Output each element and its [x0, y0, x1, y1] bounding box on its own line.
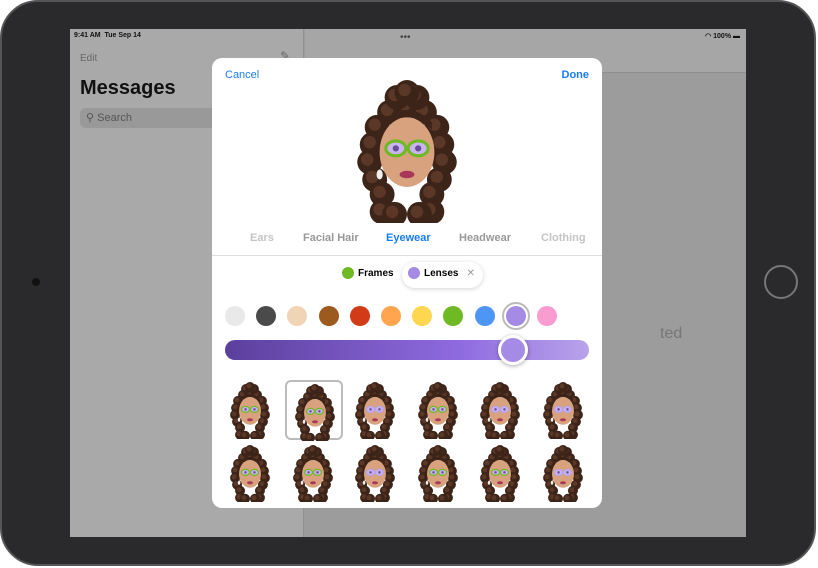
color-swatch[interactable]: [287, 306, 308, 326]
cancel-button[interactable]: Cancel: [225, 69, 259, 81]
tab-eyewear[interactable]: Eyewear: [386, 232, 431, 244]
home-button[interactable]: [764, 265, 798, 299]
memoji-editor: Cancel Done Ears Facial Hair Eyewear Headwe…: [212, 58, 602, 508]
done-button[interactable]: Done: [562, 69, 590, 81]
eyewear-style-option[interactable]: [284, 380, 343, 443]
edit-button[interactable]: Edit: [80, 53, 97, 64]
chip-lenses[interactable]: Lenses ✕: [402, 262, 483, 288]
tab-ears[interactable]: Ears: [250, 232, 274, 244]
eyewear-style-option[interactable]: [535, 380, 593, 441]
eyewear-style-option[interactable]: [222, 443, 280, 504]
eyewear-style-option[interactable]: [410, 443, 468, 504]
color-dot-icon: [342, 267, 354, 279]
search-icon: ⚲: [86, 112, 98, 124]
page-title: Messages: [80, 77, 176, 99]
color-swatch[interactable]: [318, 306, 339, 326]
memoji-preview: [342, 80, 472, 228]
tab-facial-hair[interactable]: Facial Hair: [303, 232, 359, 244]
eyewear-style-option[interactable]: [222, 380, 280, 441]
shade-slider[interactable]: [225, 340, 589, 360]
color-swatch[interactable]: [474, 306, 495, 326]
eyewear-style-option[interactable]: [347, 443, 405, 504]
status-time: 9:41 AM Tue Sep 14: [74, 32, 141, 39]
eyewear-style-option[interactable]: [472, 380, 530, 441]
eyewear-style-option[interactable]: [410, 380, 468, 441]
close-icon[interactable]: ✕: [466, 268, 474, 288]
chip-frames[interactable]: Frames: [336, 262, 402, 288]
status-battery: ◠ 100% ▬: [705, 33, 740, 40]
tab-headwear[interactable]: Headwear: [459, 232, 511, 244]
color-swatch[interactable]: [225, 306, 245, 326]
tab-clothing[interactable]: Clothing: [541, 232, 586, 244]
color-swatch[interactable]: [412, 306, 433, 326]
wifi-icon: ◠: [705, 33, 712, 40]
category-tabs: Ears Facial Hair Eyewear Headwear Clothing: [212, 230, 602, 256]
camera: [32, 278, 40, 286]
multitasking-dots[interactable]: •••: [400, 32, 411, 43]
battery-icon: ▬: [733, 33, 740, 40]
color-swatch[interactable]: [537, 306, 557, 326]
eyewear-style-option[interactable]: [347, 380, 405, 441]
slider-thumb[interactable]: [497, 335, 528, 365]
eyewear-style-option[interactable]: [285, 443, 343, 504]
color-swatch[interactable]: [256, 306, 277, 326]
eyewear-style-option[interactable]: [472, 443, 530, 504]
divider: [212, 255, 602, 256]
eyewear-style-option[interactable]: [535, 443, 593, 504]
color-swatch[interactable]: [443, 306, 464, 326]
color-swatch[interactable]: [381, 306, 401, 326]
color-swatch[interactable]: [349, 306, 370, 326]
color-swatch[interactable]: [505, 306, 526, 326]
empty-state-text: ted: [660, 325, 683, 342]
color-dot-icon: [408, 267, 420, 279]
